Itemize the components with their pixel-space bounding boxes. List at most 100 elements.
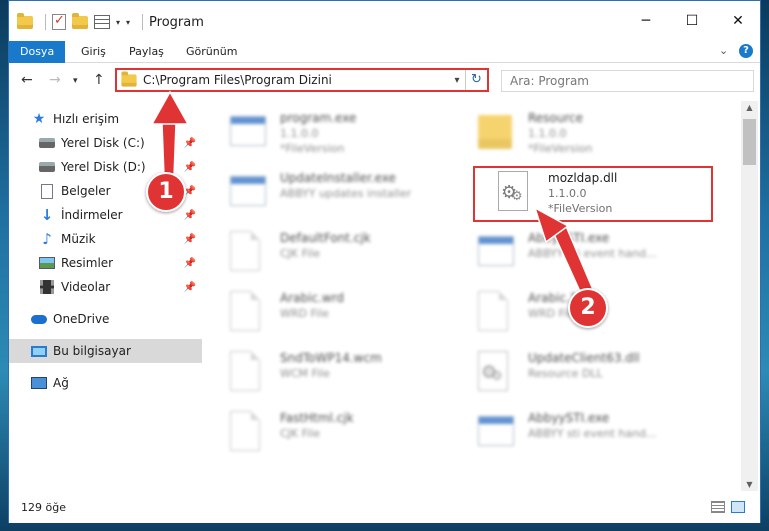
pin-icon[interactable]: 📌	[184, 210, 196, 221]
vertical-scrollbar[interactable]: ▲ ▼	[741, 101, 758, 491]
divider	[142, 14, 144, 30]
scroll-down-icon[interactable]: ▼	[741, 480, 758, 489]
sidebar-item-label: İndirmeler	[61, 208, 123, 222]
close-button[interactable]: ✕	[715, 1, 761, 41]
pin-icon[interactable]: 📌	[184, 138, 196, 149]
scrollbar-thumb[interactable]	[743, 119, 756, 165]
forward-button[interactable]: →	[49, 72, 61, 88]
tab-file[interactable]: Dosya	[9, 41, 66, 63]
address-dropdown-icon[interactable]: ▾	[449, 75, 465, 86]
help-icon[interactable]: ?	[739, 44, 753, 58]
sidebar-item-label: Belgeler	[61, 184, 111, 198]
window-title: Program	[149, 14, 204, 30]
blank-file-icon	[230, 291, 266, 331]
file-name: program.exe	[280, 111, 357, 125]
search-input[interactable]: Ara: Program	[501, 70, 754, 92]
sidebar-item-quick-access[interactable]: ★ Hızlı erişim	[9, 107, 202, 131]
minimize-button[interactable]: ─	[623, 1, 669, 41]
file-item[interactable]: Resource 1.1.0.0 *FileVersion	[462, 105, 702, 161]
address-path[interactable]: C:\Program Files\Program Dizini	[143, 73, 449, 87]
file-description: CJK File	[280, 427, 321, 440]
cloud-icon	[31, 311, 47, 327]
quick-access-menu-icon[interactable]: ▾	[126, 18, 130, 27]
new-folder-icon[interactable]	[72, 12, 88, 29]
file-name: UpdateClient63.dll	[528, 351, 640, 365]
pictures-icon	[39, 255, 55, 271]
sidebar-item-label: Resimler	[61, 256, 114, 270]
app-icon	[230, 111, 266, 151]
tab-view[interactable]: Görünüm	[186, 41, 237, 63]
file-item[interactable]: UpdateInstaller.exe ABBYY updates instal…	[214, 165, 454, 221]
file-item[interactable]: AbbyySTI.exe ABBYY sti event hand...	[462, 405, 702, 461]
sidebar-item-disk-c[interactable]: Yerel Disk (C:) 📌	[9, 131, 202, 155]
document-icon	[39, 183, 55, 199]
tab-share[interactable]: Paylaş	[129, 41, 164, 63]
music-icon: ♪	[42, 230, 52, 248]
sidebar-item-music[interactable]: ♪ Müzik 📌	[9, 227, 202, 251]
sidebar-item-label: Yerel Disk (D:)	[61, 160, 146, 174]
back-button[interactable]: ←	[21, 72, 33, 88]
quick-access-toolbar: ▾ ▾ Program	[17, 12, 204, 31]
item-count: 129 öğe	[21, 501, 66, 514]
large-icons-view-icon[interactable]	[731, 501, 745, 513]
title-bar: ▾ ▾ Program ─ ☐ ✕	[9, 1, 760, 41]
file-item[interactable]: SndToWP14.wcm WCM File	[214, 345, 454, 401]
view-options-icon[interactable]	[94, 15, 110, 29]
pin-icon[interactable]: 📌	[184, 282, 196, 293]
file-item[interactable]: DefaultFont.cjk CJK File	[214, 225, 454, 281]
ribbon-expand-icon[interactable]: ⌄	[719, 44, 728, 57]
file-name: AbbyySTI.exe	[528, 231, 610, 245]
navigation-pane: ★ Hızlı erişim Yerel Disk (C:) 📌 Yerel D…	[9, 101, 204, 491]
scroll-up-icon[interactable]: ▲	[741, 103, 758, 112]
maximize-button[interactable]: ☐	[669, 1, 715, 41]
pin-icon[interactable]: 📌	[184, 258, 196, 269]
explorer-window: ▾ ▾ Program ─ ☐ ✕ Dosya Giriş Paylaş Gör…	[8, 0, 761, 523]
file-name: FastHtml.cjk	[280, 411, 354, 425]
recent-locations-dropdown[interactable]: ▾	[73, 76, 78, 86]
file-list: program.exe 1.1.0.0 *FileVersion Resourc…	[214, 101, 737, 491]
sidebar-item-label: Yerel Disk (C:)	[61, 136, 145, 150]
file-name: SndToWP14.wcm	[280, 351, 382, 365]
folder-icon	[121, 70, 137, 87]
file-version: 1.1.0.0	[528, 127, 567, 140]
navigation-bar: ← → ▾ ↑ C:\Program Files\Program Dizini …	[9, 64, 760, 98]
blank-file-icon	[478, 291, 514, 331]
folder-icon	[17, 12, 33, 29]
file-name: DefaultFont.cjk	[280, 231, 371, 245]
video-icon	[39, 279, 55, 295]
file-item[interactable]: AbbyySTI.exe ABBYY sti event hand...	[462, 225, 702, 281]
dll-gear-icon	[478, 351, 514, 391]
file-item[interactable]: FastHtml.cjk CJK File	[214, 405, 454, 461]
address-bar[interactable]: C:\Program Files\Program Dizini ▾ ↻	[115, 68, 489, 92]
tab-home[interactable]: Giriş	[81, 41, 106, 63]
network-icon	[31, 375, 47, 391]
details-view-icon[interactable]	[711, 501, 725, 513]
file-description: WCM File	[280, 367, 330, 380]
computer-icon	[31, 343, 47, 359]
customize-dropdown-icon[interactable]: ▾	[116, 18, 120, 27]
file-description: *FileVersion	[528, 142, 593, 155]
file-description: ABBYY updates installer	[280, 187, 412, 200]
properties-check-icon[interactable]	[52, 13, 66, 30]
file-item[interactable]: UpdateClient63.dll Resource DLL	[462, 345, 702, 401]
sidebar-item-label: Müzik	[61, 232, 96, 246]
sidebar-item-videos[interactable]: Videolar 📌	[9, 275, 202, 299]
sidebar-item-label: Ağ	[53, 376, 69, 390]
folder-icon	[478, 111, 514, 151]
up-button[interactable]: ↑	[93, 72, 105, 88]
sidebar-item-onedrive[interactable]: OneDrive	[9, 307, 202, 331]
step-badge-2: 2	[568, 288, 608, 328]
sidebar-item-pictures[interactable]: Resimler 📌	[9, 251, 202, 275]
refresh-button[interactable]: ↻	[465, 70, 487, 90]
file-description: *FileVersion	[280, 142, 345, 155]
sidebar-item-label: Videolar	[61, 280, 111, 294]
divider	[45, 14, 46, 30]
file-item[interactable]: program.exe 1.1.0.0 *FileVersion	[214, 105, 454, 161]
app-icon	[478, 411, 514, 451]
pin-icon[interactable]: 📌	[184, 162, 196, 173]
file-name: Resource	[528, 111, 584, 125]
file-item[interactable]: Arabic.wrd WRD File	[214, 285, 454, 341]
pin-icon[interactable]: 📌	[184, 234, 196, 245]
sidebar-item-network[interactable]: Ağ	[9, 371, 202, 395]
sidebar-item-this-pc[interactable]: Bu bilgisayar	[9, 339, 202, 363]
